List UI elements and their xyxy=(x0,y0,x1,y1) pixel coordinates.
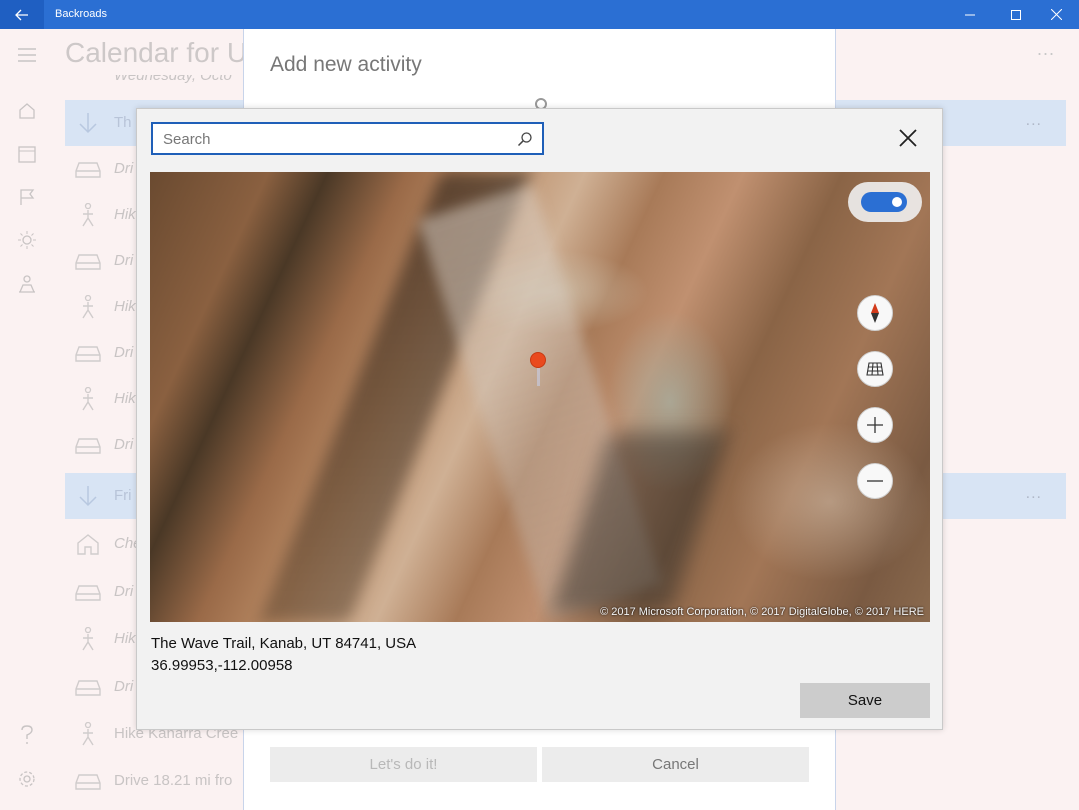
list-item-label: Wednesday, Octo xyxy=(114,75,232,84)
car-icon xyxy=(73,155,103,183)
list-item-label: Dri xyxy=(114,678,134,695)
list-item-label: Hik xyxy=(114,630,136,647)
day-header-label: Fri xyxy=(114,487,132,504)
zoom-out-button[interactable] xyxy=(857,463,893,499)
arrow-down-icon xyxy=(73,109,103,137)
save-button[interactable]: Save xyxy=(800,683,930,718)
list-item-label: Drive 18.21 mi fro xyxy=(114,772,233,789)
hamburger-icon xyxy=(18,48,36,62)
gear-icon xyxy=(19,771,35,787)
nav-help[interactable] xyxy=(16,724,38,746)
day-header-label: Th xyxy=(114,114,132,131)
nav-weather[interactable] xyxy=(16,229,38,251)
car-icon xyxy=(73,578,103,606)
close-window-icon xyxy=(1050,9,1062,20)
zoom-in-button[interactable] xyxy=(857,407,893,443)
list-item-label: Dri xyxy=(114,583,134,600)
pin-icon xyxy=(530,352,546,368)
close-window-button[interactable] xyxy=(1033,0,1079,29)
lets-do-it-button[interactable]: Let's do it! xyxy=(270,747,537,782)
hiker-icon xyxy=(73,385,103,413)
page-title: Calendar for U xyxy=(65,37,248,68)
maximize-icon xyxy=(1011,9,1021,20)
map-picker-dialog: © 2017 Microsoft Corporation, © 2017 Dig… xyxy=(136,108,943,730)
help-icon xyxy=(21,725,33,744)
car-icon xyxy=(73,431,103,459)
page-more-button[interactable]: ... xyxy=(1037,39,1055,60)
nav-settings[interactable] xyxy=(16,768,38,790)
compass-button[interactable] xyxy=(857,295,893,331)
nav-flag[interactable] xyxy=(16,186,38,208)
row-more-button[interactable]: ... xyxy=(1026,485,1042,503)
grid-icon xyxy=(866,362,884,376)
tilt-view-button[interactable] xyxy=(857,351,893,387)
close-icon[interactable] xyxy=(897,127,919,149)
location-pin[interactable] xyxy=(530,352,548,386)
back-button[interactable] xyxy=(0,0,44,29)
map-terrain xyxy=(730,422,930,582)
pin-shadow xyxy=(537,368,540,386)
list-item-label: Hik xyxy=(114,298,136,315)
arrow-down-icon xyxy=(73,482,103,510)
house-icon xyxy=(73,530,103,558)
map-copyright: © 2017 Microsoft Corporation, © 2017 Dig… xyxy=(600,606,924,618)
list-item-label: Dri xyxy=(114,436,134,453)
aerial-toggle-container xyxy=(848,182,922,222)
nav-person[interactable] xyxy=(16,273,38,295)
back-arrow-icon xyxy=(15,9,28,20)
car-icon xyxy=(73,673,103,701)
person-icon xyxy=(19,275,35,293)
list-item-label: Hik xyxy=(114,390,136,407)
search-input[interactable] xyxy=(163,129,503,149)
selected-address: The Wave Trail, Kanab, UT 84741, USA xyxy=(151,635,417,652)
car-icon xyxy=(73,247,103,275)
list-item-label: Hik xyxy=(114,206,136,223)
sun-icon xyxy=(18,231,36,249)
app-title: Backroads xyxy=(55,8,107,20)
list-item-label: Dri xyxy=(114,252,134,269)
search-icon[interactable] xyxy=(517,131,533,147)
hiker-icon xyxy=(73,625,103,653)
nav-home[interactable] xyxy=(16,100,38,122)
toggle-knob xyxy=(892,197,902,207)
hiker-icon xyxy=(73,201,103,229)
car-icon xyxy=(73,339,103,367)
car-icon xyxy=(73,767,103,795)
hamburger-menu-button[interactable] xyxy=(16,44,38,66)
nav-calendar[interactable] xyxy=(16,143,38,165)
home-icon xyxy=(19,103,35,119)
plus-icon xyxy=(867,417,883,433)
minimize-icon xyxy=(965,14,975,15)
hiker-icon xyxy=(73,293,103,321)
selected-coordinates: 36.99953,-112.00958 xyxy=(151,657,293,674)
minus-icon xyxy=(867,480,883,482)
map-view[interactable]: © 2017 Microsoft Corporation, © 2017 Dig… xyxy=(150,172,930,622)
compass-icon xyxy=(871,303,879,323)
cancel-button[interactable]: Cancel xyxy=(542,747,809,782)
list-item-label: Dri xyxy=(114,160,134,177)
minimize-button[interactable] xyxy=(947,0,993,29)
flag-icon xyxy=(20,189,35,205)
calendar-icon xyxy=(18,146,36,163)
list-item-label: Dri xyxy=(114,344,134,361)
hiker-icon xyxy=(73,720,103,748)
search-box[interactable] xyxy=(151,122,544,155)
title-bar: Backroads xyxy=(0,0,1079,29)
panel-title: Add new activity xyxy=(270,53,422,76)
row-more-button[interactable]: ... xyxy=(1026,112,1042,130)
aerial-view-toggle[interactable] xyxy=(861,192,907,212)
nav-rail xyxy=(0,29,56,810)
